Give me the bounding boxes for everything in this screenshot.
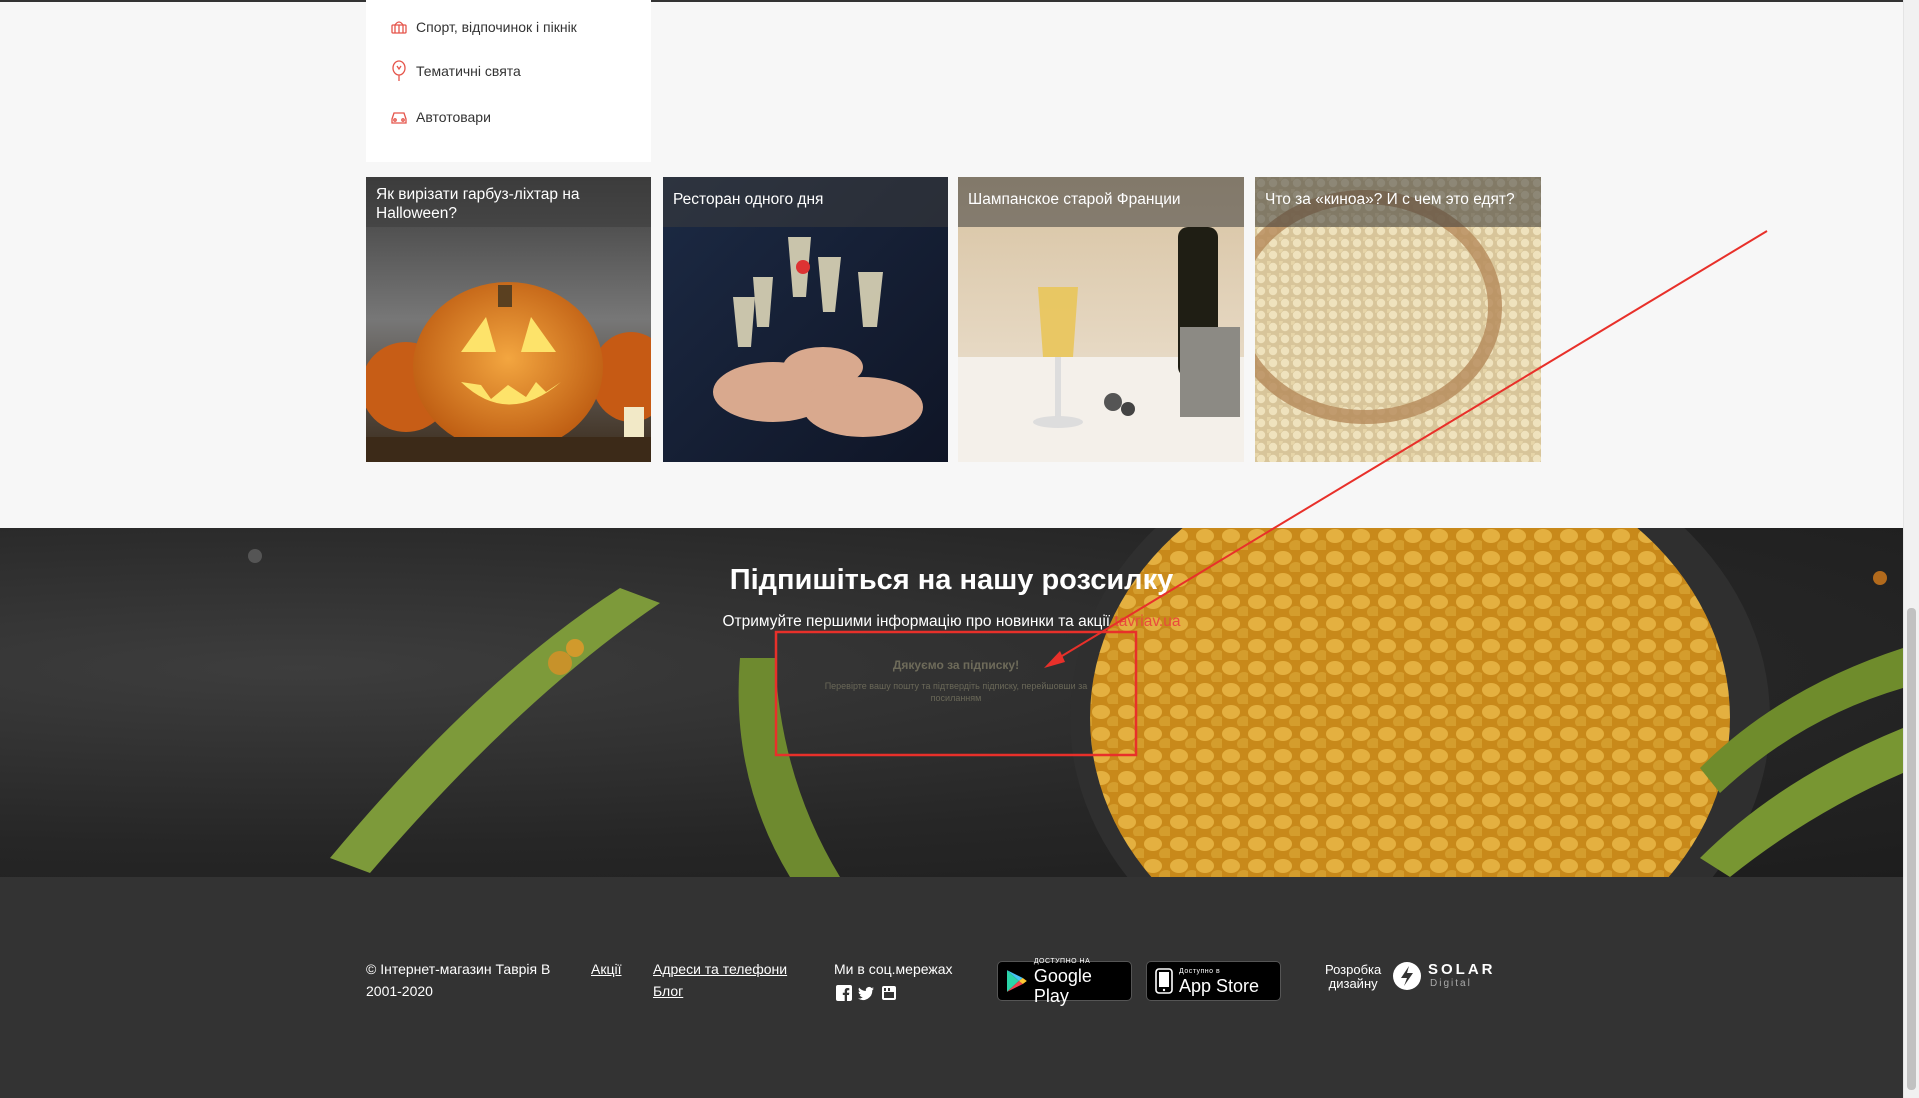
google-play-button[interactable]: ДОСТУПНО НА Google Play	[997, 958, 1132, 1006]
solar-brand[interactable]: SOLAR	[1428, 961, 1496, 978]
article-card-quinoa[interactable]: Что за «киноа»? И с чем это едят?	[1255, 177, 1541, 462]
facebook-icon[interactable]	[836, 985, 852, 1001]
picnic-basket-icon	[390, 18, 408, 36]
newsletter-description: Отримуйте першими інформацію про новинки…	[0, 613, 1903, 631]
top-divider	[0, 0, 1903, 2]
article-title: Ресторан одного дня	[663, 177, 948, 227]
scrollbar-thumb[interactable]	[1907, 608, 1916, 1090]
app-store-label: App Store	[1179, 975, 1260, 996]
footer: © Інтернет-магазин Таврія В 2001-2020 Ак…	[0, 877, 1903, 1098]
page-scrollbar[interactable]	[1903, 0, 1919, 1098]
category-label: Автотовари	[416, 109, 491, 125]
app-store-caption: Доступно в	[1179, 967, 1221, 975]
footer-link-addresses[interactable]: Адреси та телефони	[653, 961, 787, 977]
twitter-icon[interactable]	[858, 985, 874, 1001]
social-label: Ми в соц.мережах	[834, 961, 953, 977]
article-card-restaurant[interactable]: Ресторан одного дня	[663, 177, 948, 462]
footer-link-promotions[interactable]: Акції	[591, 961, 621, 977]
category-item-auto[interactable]: Автотовари	[390, 108, 491, 126]
article-card-champagne[interactable]: Шампанское старой Франции	[958, 177, 1244, 462]
copyright-line-2: 2001-2020	[366, 983, 433, 999]
article-title: Шампанское старой Франции	[958, 177, 1244, 227]
newsletter-text: Отримуйте першими інформацію про новинки…	[722, 613, 1111, 630]
balloon-icon	[390, 60, 408, 81]
category-item-holidays[interactable]: Тематичні свята	[390, 60, 521, 81]
dev-credit-line-2: дизайну	[1328, 976, 1378, 991]
solar-logo-icon[interactable]	[1392, 961, 1422, 991]
category-item-sport[interactable]: Спорт, відпочинок і пікнік	[390, 18, 577, 36]
iphone-icon	[1155, 968, 1173, 994]
newsletter-site-link[interactable]: tavriav.ua	[1114, 613, 1180, 630]
page: Спорт, відпочинок і пікнік Тематичні свя…	[0, 0, 1919, 1098]
newsletter-title: Підпишіться на нашу розсилку	[729, 564, 1174, 596]
category-menu: Спорт, відпочинок і пікнік Тематичні свя…	[366, 0, 651, 162]
app-store-button[interactable]: Доступно в App Store	[1146, 961, 1281, 1001]
category-label: Тематичні свята	[416, 63, 521, 79]
dev-credit-text: Розробка дизайну	[1325, 963, 1381, 991]
subscription-thanks-text: Перевірте вашу пошту та підтвердіть підп…	[824, 681, 1088, 703]
youtube-icon[interactable]	[881, 985, 897, 1001]
article-card-pumpkin[interactable]: Як вирізати гарбуз-ліхтар на Halloween?	[366, 177, 651, 462]
footer-link-blog[interactable]: Блог	[653, 983, 683, 999]
google-play-label: Google Play	[1033, 965, 1092, 1006]
google-play-caption: ДОСТУПНО НА	[1033, 957, 1091, 965]
solar-sub: Digital	[1430, 978, 1472, 989]
subscription-thanks-title: Дякуємо за підписку!	[892, 658, 1020, 672]
category-label: Спорт, відпочинок і пікнік	[416, 19, 577, 35]
car-icon	[390, 108, 408, 126]
newsletter-section: Підпишіться на нашу розсилку Отримуйте п…	[0, 528, 1903, 877]
google-play-icon	[1006, 970, 1027, 992]
article-title: Як вирізати гарбуз-ліхтар на Halloween?	[366, 177, 651, 227]
copyright-line-1: © Інтернет-магазин Таврія В	[366, 961, 551, 977]
dev-credit-line-1: Розробка	[1325, 962, 1382, 977]
article-title: Что за «киноа»? И с чем это едят?	[1255, 177, 1541, 227]
